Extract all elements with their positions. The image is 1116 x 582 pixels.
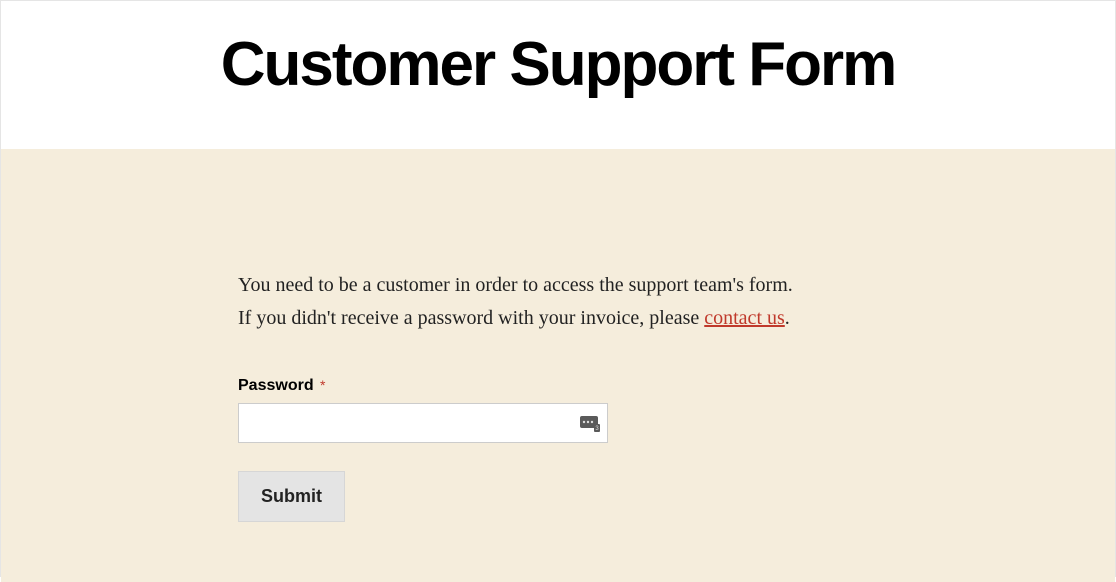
content-inner: You need to be a customer in order to ac… xyxy=(238,269,878,522)
password-field-group: Password * 3 xyxy=(238,377,878,443)
intro-text: You need to be a customer in order to ac… xyxy=(238,269,878,335)
header-section: Customer Support Form xyxy=(1,1,1115,149)
password-input[interactable] xyxy=(238,403,608,443)
required-asterisk: * xyxy=(320,377,325,393)
page-title: Customer Support Form xyxy=(1,31,1115,99)
password-label: Password * xyxy=(238,377,326,395)
contact-us-link[interactable]: contact us xyxy=(704,307,785,329)
password-label-text: Password xyxy=(238,377,314,394)
content-section: You need to be a customer in order to ac… xyxy=(1,149,1115,582)
password-input-wrapper: 3 xyxy=(238,403,608,443)
intro-line2-prefix: If you didn't receive a password with yo… xyxy=(238,307,704,329)
intro-line1: You need to be a customer in order to ac… xyxy=(238,274,793,296)
submit-button[interactable]: Submit xyxy=(238,471,345,522)
intro-line2-suffix: . xyxy=(785,307,790,329)
